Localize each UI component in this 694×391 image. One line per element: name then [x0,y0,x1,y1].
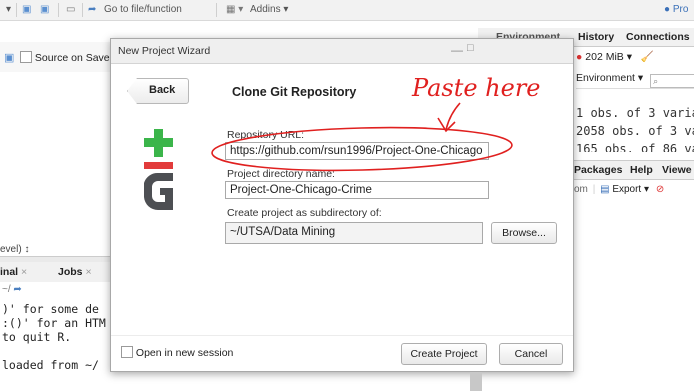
tab-jobs[interactable]: Jobs × [58,266,92,278]
export-icon: ▤ [600,184,610,195]
console-panel[interactable]: ~/ ➦ )' for some de :()' for an HTM to q… [0,282,110,391]
goto-arrow-icon: ➦ [88,4,97,15]
dialog-heading: Clone Git Repository [232,85,357,99]
back-button[interactable]: Back [127,78,189,104]
env-object-row[interactable]: 1 obs. of 3 varia [576,106,694,120]
toolbar-divider [16,3,17,17]
toolbar-divider [58,3,59,17]
files-tab-bar: Packages Help Viewe [572,160,694,180]
console-line: )' for some de [2,302,99,316]
toolbar-divider [216,3,217,17]
git-g-shape [144,172,173,211]
back-button-label: Back [149,84,176,96]
browse-button[interactable]: Browse... [491,222,557,244]
maximize-icon[interactable]: □ [467,42,474,54]
project-directory-name-input[interactable]: Project-One-Chicago-Crime [225,181,489,199]
print-icon[interactable]: ▭ [66,4,75,15]
tab-connections[interactable]: Connections [626,31,690,43]
console-line: :()' for an HTM [2,316,106,330]
cancel-button[interactable]: Cancel [499,343,563,365]
zoom-label[interactable]: om [574,184,588,195]
env-object-row[interactable]: 2058 obs. of 3 va [576,124,694,138]
tab-viewer[interactable]: Viewe [662,164,692,176]
tab-history[interactable]: History [578,31,614,43]
search-icon: ⌕ [653,76,659,86]
tab-packages[interactable]: Packages [574,164,622,176]
source-on-save-toggle[interactable]: Source on Save [20,51,110,64]
tab-help[interactable]: Help [630,164,653,176]
broom-icon[interactable]: 🧹 [641,51,654,63]
environment-dropdown[interactable]: Environment ▾ ⌕ [576,72,694,88]
subdirectory-path-field: ~/UTSA/Data Mining [225,222,483,244]
editor-toolbar: ▣ Source on Save [0,42,110,73]
git-logo-icon [144,129,173,211]
toolbar-divider [82,3,83,17]
addins-menu[interactable]: Addins ▾ [250,4,288,15]
source-on-save-label: Source on Save [34,52,110,64]
project-menu[interactable]: ● Pro [664,4,688,15]
export-menu[interactable]: Export ▾ [612,184,649,195]
env-divider [576,88,694,89]
toolbar-arrow-icon[interactable]: ▾ [6,4,11,15]
dialog-titlebar[interactable]: New Project Wizard — □ [111,39,573,64]
create-project-button[interactable]: Create Project [401,343,487,365]
grid-icon[interactable]: ▦ ▾ [226,4,243,15]
clear-icon[interactable]: ⊘ [656,184,664,195]
goto-file-function-input[interactable]: Go to file/function [104,4,182,15]
repository-url-input[interactable]: https://github.com/rsun1996/Project-One-… [225,142,489,160]
open-in-new-session-label: Open in new session [135,347,234,359]
source-on-save-checkbox[interactable] [20,51,32,63]
tab-terminal[interactable]: inal × [0,266,27,278]
save-all-icon[interactable]: ▣ [40,4,49,15]
save-icon[interactable]: ▣ [4,51,14,64]
save-icon[interactable]: ▣ [22,4,31,15]
open-in-new-session-checkbox[interactable] [121,346,133,358]
console-path: ~/ ➦ [2,284,22,295]
git-plus-horizontal [144,138,173,147]
memory-usage[interactable]: ● 202 MiB ▾ 🧹 [576,50,654,63]
bottom-scrollbar[interactable] [470,372,482,391]
env-object-row[interactable]: 165 obs. of 86 va [576,142,694,152]
editor-area[interactable] [0,72,110,232]
open-in-new-session-toggle[interactable]: Open in new session [121,346,233,359]
console-line: loaded from ~/ [2,358,99,372]
console-line: to quit R. [2,330,72,344]
memory-pie-icon: ● [576,51,583,63]
scope-indicator[interactable]: evel) ↕ [0,244,29,255]
dialog-footer: Open in new session Create Project Cance… [111,335,573,372]
repository-url-label: Repository URL: [227,129,305,141]
env-search-input[interactable]: ⌕ [650,74,694,88]
viewer-toolbar: om | ▤ Export ▾ ⊘ [574,184,665,195]
project-directory-name-label: Project directory name: [227,168,335,180]
minimize-icon[interactable]: — [451,43,463,57]
main-toolbar: ▾ ▣ ▣ ▭ ➦ Go to file/function ▦ ▾ Addins… [0,0,694,21]
console-tab-bar: inal × Jobs × [0,262,110,283]
subdirectory-label: Create project as subdirectory of: [227,207,382,219]
dialog-title: New Project Wizard [118,45,211,57]
new-project-wizard-dialog: New Project Wizard — □ Back Clone Git Re… [110,38,574,372]
git-minus [144,162,173,169]
